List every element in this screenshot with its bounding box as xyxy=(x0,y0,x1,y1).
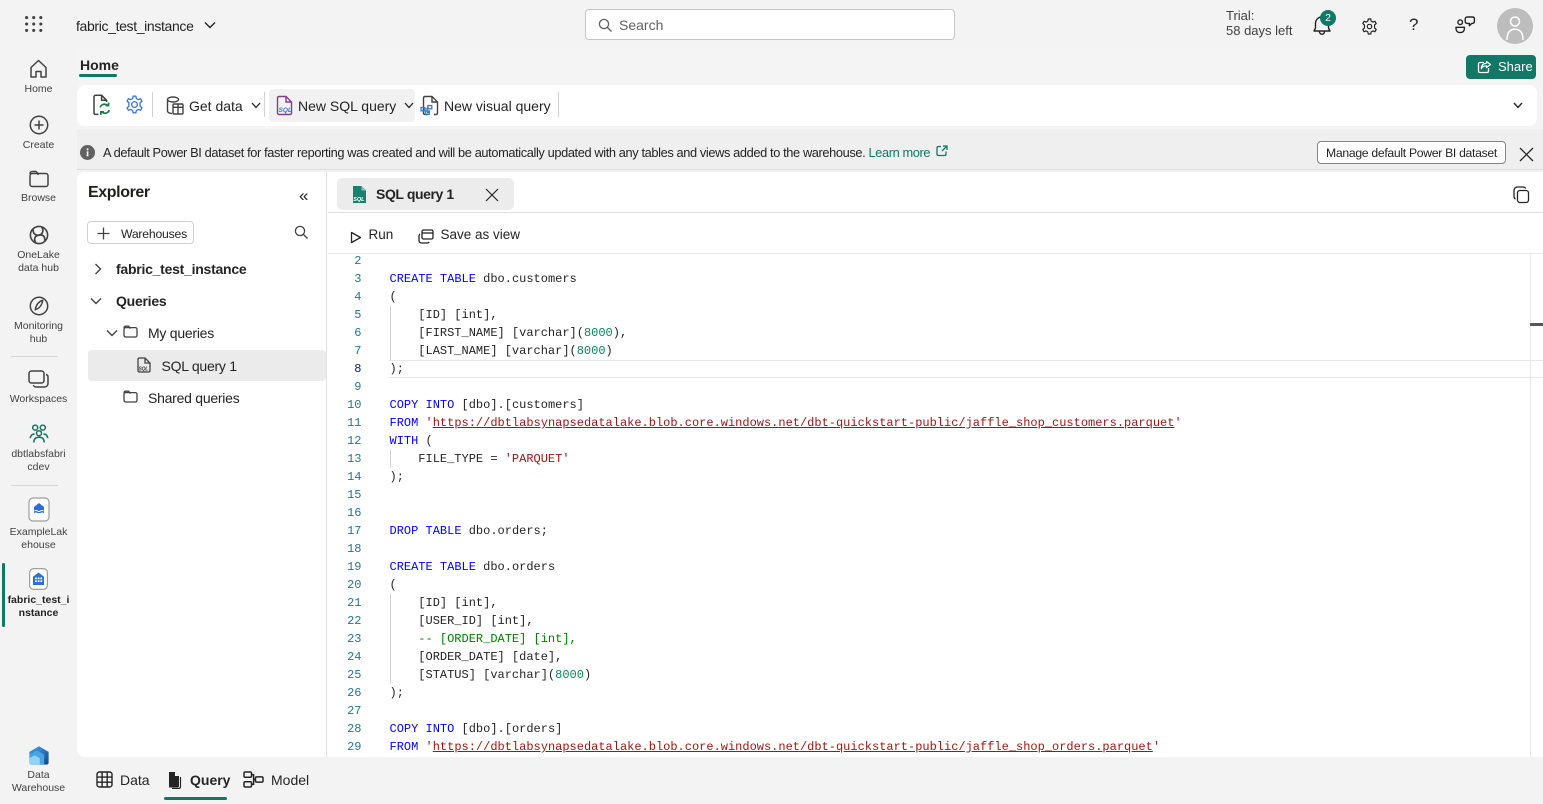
svg-text:SQL: SQL xyxy=(139,367,149,373)
svg-text:SQL: SQL xyxy=(353,197,365,203)
svg-text:SQL: SQL xyxy=(279,107,292,114)
